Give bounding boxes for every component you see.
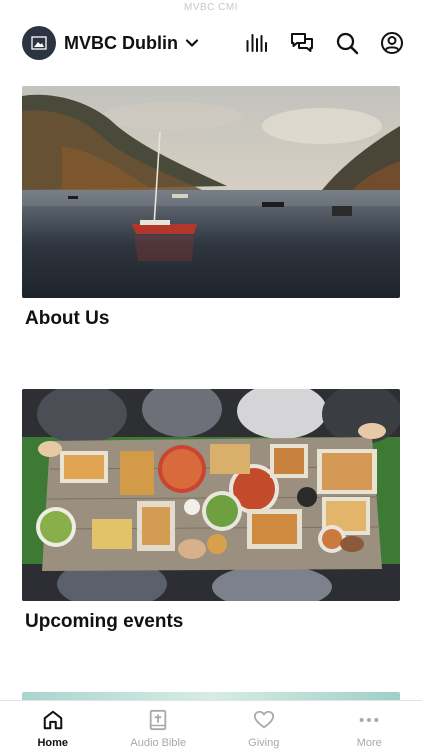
tab-audio-bible[interactable]: Audio Bible (106, 701, 212, 750)
audio-bars-icon[interactable] (245, 31, 269, 55)
tab-label: Home (37, 737, 69, 749)
status-bar: MVBC CMI (184, 2, 238, 13)
card-title: Upcoming events (25, 611, 184, 632)
bible-icon (146, 708, 170, 732)
about-us-card[interactable]: About Us (22, 86, 400, 330)
search-icon[interactable] (335, 31, 359, 55)
tab-bar: Home Audio Bible Giving More (0, 700, 422, 750)
profile-icon[interactable] (380, 31, 404, 55)
app-header: MVBC Dublin (0, 22, 422, 66)
tab-label: Giving (248, 737, 280, 749)
church-name: MVBC Dublin (64, 32, 178, 53)
heart-icon (252, 708, 276, 732)
lake-sailboat-image (22, 86, 400, 298)
upcoming-events-card[interactable]: Upcoming events (22, 389, 400, 633)
church-selector[interactable]: MVBC Dublin (22, 26, 199, 60)
home-icon (41, 708, 65, 732)
tab-more[interactable]: More (317, 701, 422, 750)
church-logo (22, 26, 56, 60)
chevron-down-icon (185, 39, 199, 47)
tab-label: Audio Bible (130, 737, 187, 749)
tab-giving[interactable]: Giving (211, 701, 317, 750)
tab-home[interactable]: Home (0, 701, 106, 750)
more-dots-icon (357, 708, 381, 732)
food-table-image (22, 389, 400, 601)
chat-icon[interactable] (290, 31, 314, 55)
card-title: About Us (25, 308, 110, 329)
next-card-peek[interactable] (22, 692, 400, 700)
tab-label: More (356, 737, 382, 749)
